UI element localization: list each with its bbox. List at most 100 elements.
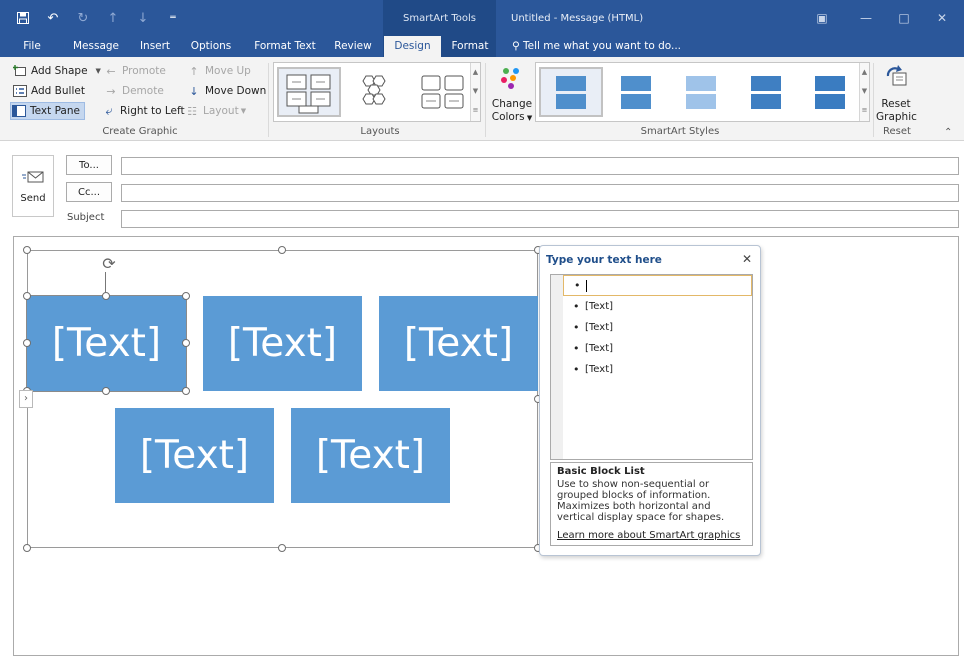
resize-handle[interactable]: [23, 246, 31, 254]
shape-resize-handle[interactable]: [182, 292, 190, 300]
cc-field[interactable]: [121, 184, 959, 202]
add-shape-icon: [12, 64, 28, 78]
group-label-create-graphic: Create Graphic: [102, 126, 178, 137]
bullet-icon: •: [573, 300, 580, 313]
change-colors-button[interactable]: Change Colors ▼: [490, 61, 534, 125]
dropdown-arrow-icon: ▼: [524, 114, 533, 122]
layout-button[interactable]: ☷ Layout ▼: [184, 102, 246, 120]
text-pane-item[interactable]: •: [563, 275, 752, 296]
layout-description-box: Basic Block List Use to show non-sequent…: [550, 462, 753, 546]
save-icon[interactable]: [8, 4, 38, 32]
tab-message[interactable]: Message: [68, 36, 124, 57]
scroll-up-icon[interactable]: ▲: [471, 63, 480, 82]
shape-resize-handle[interactable]: [23, 339, 31, 347]
learn-more-link[interactable]: Learn more about SmartArt graphics: [557, 530, 740, 541]
style-subtle-effect[interactable]: [669, 67, 733, 117]
styles-gallery-scroll[interactable]: ▲ ▼ ≡: [859, 63, 869, 121]
resize-handle[interactable]: [278, 246, 286, 254]
layout-horizontal-blocks[interactable]: [411, 67, 475, 117]
demote-button[interactable]: → Demote: [103, 82, 163, 100]
text-pane-item-text: [Text]: [585, 301, 614, 312]
collapse-ribbon-icon[interactable]: ⌃: [944, 127, 952, 138]
smartart-block[interactable]: [Text]: [203, 296, 362, 391]
tab-design[interactable]: Design: [384, 36, 441, 58]
move-down-button[interactable]: ↓ Move Down: [186, 82, 266, 100]
move-up-button[interactable]: ↑ Move Up: [186, 62, 251, 80]
smartart-block[interactable]: [Text]: [379, 296, 538, 391]
layout-basic-block-list[interactable]: [277, 67, 341, 117]
shape-resize-handle[interactable]: [102, 387, 110, 395]
layout-hexagon-cluster[interactable]: [344, 67, 408, 117]
rotate-handle-icon[interactable]: ⟳: [99, 254, 119, 274]
ribbon-display-options-icon[interactable]: ▣: [800, 8, 844, 28]
redo-icon[interactable]: ↻: [68, 4, 98, 32]
smartart-styles-gallery[interactable]: ▲ ▼ ≡: [535, 62, 870, 122]
smartart-block[interactable]: [Text]: [291, 408, 450, 503]
style-intense-effect[interactable]: [798, 67, 862, 117]
scroll-up-icon[interactable]: ▲: [860, 63, 869, 82]
right-to-left-button[interactable]: ⤶ Right to Left: [101, 102, 184, 120]
tab-insert[interactable]: Insert: [134, 36, 176, 57]
undo-icon[interactable]: ↶: [38, 4, 68, 32]
text-pane-item-text: [Text]: [585, 322, 614, 333]
gallery-more-icon[interactable]: ≡: [860, 101, 869, 120]
promote-button[interactable]: ← Promote: [103, 62, 166, 80]
subject-field[interactable]: [121, 210, 959, 228]
layout-name: Basic Block List: [557, 466, 645, 477]
text-pane-item-text: [Text]: [585, 343, 614, 354]
shape-resize-handle[interactable]: [102, 292, 110, 300]
ribbon-tabs: File Message Insert Options Format Text …: [0, 36, 964, 58]
group-separator: [485, 63, 486, 137]
style-simple-fill[interactable]: [539, 67, 603, 117]
close-icon[interactable]: ✕: [742, 252, 752, 266]
tab-review[interactable]: Review: [330, 36, 376, 57]
style-moderate-effect[interactable]: [734, 67, 798, 117]
text-pane-button[interactable]: Text Pane: [10, 102, 85, 120]
tab-options[interactable]: Options: [187, 36, 235, 57]
resize-handle[interactable]: [278, 544, 286, 552]
shape-resize-handle[interactable]: [182, 339, 190, 347]
shape-resize-handle[interactable]: [182, 387, 190, 395]
send-button[interactable]: Send: [12, 155, 54, 217]
gallery-more-icon[interactable]: ≡: [471, 101, 480, 120]
up-arrow-icon[interactable]: ↑: [98, 4, 128, 32]
smartart-block[interactable]: [Text]: [115, 408, 274, 503]
text-pane-list[interactable]: • • [Text] • [Text] • [Text] • [Text]: [550, 274, 753, 460]
add-bullet-button[interactable]: Add Bullet: [12, 82, 85, 100]
down-arrow-icon[interactable]: ↓: [128, 4, 158, 32]
cc-button[interactable]: Cc...: [66, 182, 112, 202]
quick-access-toolbar: ↶ ↻ ↑ ↓ ═: [0, 0, 188, 36]
text-pane-item[interactable]: • [Text]: [563, 338, 752, 359]
layouts-gallery-scroll[interactable]: ▲ ▼ ≡: [470, 63, 480, 121]
shape-resize-handle[interactable]: [23, 292, 31, 300]
down-arrow-icon: ↓: [189, 84, 199, 98]
style-white-outline[interactable]: [604, 67, 668, 117]
close-window-icon[interactable]: ✕: [920, 8, 964, 28]
layout-label: Layout: [203, 105, 239, 117]
smartart-block[interactable]: [Text]: [26, 295, 187, 392]
to-button[interactable]: To...: [66, 155, 112, 175]
tell-me-search[interactable]: ⚲ Tell me what you want to do...: [512, 36, 681, 57]
move-up-label: Move Up: [205, 65, 251, 77]
tab-file[interactable]: File: [14, 36, 50, 57]
scroll-down-icon[interactable]: ▼: [860, 82, 869, 101]
change-colors-label: Change: [491, 98, 533, 110]
reset-graphic-icon: [886, 65, 907, 86]
reset-graphic-button[interactable]: Reset Graphic: [876, 61, 917, 125]
resize-handle[interactable]: [23, 544, 31, 552]
text-pane-item[interactable]: • [Text]: [563, 296, 752, 317]
expand-text-pane-icon[interactable]: ›: [19, 390, 33, 408]
group-separator: [268, 63, 269, 137]
customize-qat-icon[interactable]: ═: [158, 4, 188, 32]
text-pane-item[interactable]: • [Text]: [563, 317, 752, 338]
to-field[interactable]: [121, 157, 959, 175]
text-pane-item[interactable]: • [Text]: [563, 359, 752, 380]
tab-format-text[interactable]: Format Text: [250, 36, 320, 57]
right-arrow-icon: →: [106, 84, 116, 98]
add-shape-button[interactable]: Add Shape ▼: [12, 62, 101, 80]
title-bar: ↶ ↻ ↑ ↓ ═ SmartArt Tools Untitled - Mess…: [0, 0, 964, 36]
tab-format[interactable]: Format: [448, 36, 492, 57]
scroll-down-icon[interactable]: ▼: [471, 82, 480, 101]
layouts-gallery[interactable]: ▲ ▼ ≡: [273, 62, 481, 122]
org-chart-icon: ☷: [187, 104, 197, 118]
